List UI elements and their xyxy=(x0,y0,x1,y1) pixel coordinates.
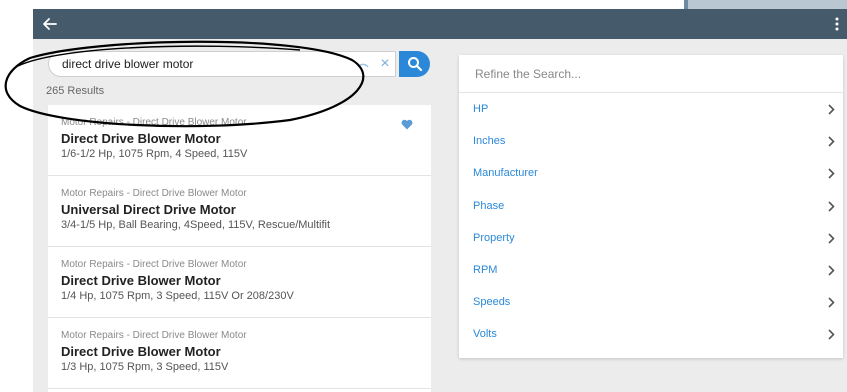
chevron-right-icon xyxy=(828,104,835,115)
filter-label: RPM xyxy=(473,264,498,277)
result-category: Motor Repairs - Direct Drive Blower Moto… xyxy=(61,259,247,270)
filter-inches[interactable]: Inches xyxy=(459,125,843,157)
result-item[interactable]: Motor Repairs - Direct Drive Blower Moto… xyxy=(48,105,431,176)
chevron-right-icon xyxy=(828,265,835,276)
search-input[interactable]: direct drive blower motor xyxy=(48,51,396,77)
filter-phase[interactable]: Phase xyxy=(459,190,843,222)
chevron-right-icon xyxy=(828,136,835,147)
result-title: Direct Drive Blower Motor xyxy=(61,344,221,359)
filter-rpm[interactable]: RPM xyxy=(459,254,843,286)
result-category: Motor Repairs - Direct Drive Blower Moto… xyxy=(61,330,247,341)
filter-volts[interactable]: Volts xyxy=(459,318,843,350)
result-category: Motor Repairs - Direct Drive Blower Moto… xyxy=(61,117,247,128)
filter-label: Property xyxy=(473,231,515,244)
search-submit-button[interactable] xyxy=(399,51,430,77)
arrow-left-icon xyxy=(43,18,57,30)
search-icon xyxy=(407,57,422,72)
filter-label: Inches xyxy=(473,135,506,148)
clear-search-button[interactable]: × xyxy=(376,54,394,74)
result-item[interactable]: Motor Repairs - Direct Drive Blower Moto… xyxy=(48,247,431,318)
result-title: Direct Drive Blower Motor xyxy=(61,273,221,288)
chevron-right-icon xyxy=(828,329,835,340)
refine-panel: Refine the Search... HP Inches Manufactu… xyxy=(459,55,843,358)
filter-hp[interactable]: HP xyxy=(459,93,843,125)
result-title: Direct Drive Blower Motor xyxy=(61,131,221,146)
filter-label: Phase xyxy=(473,199,505,212)
chevron-right-icon xyxy=(828,168,835,179)
more-vertical-icon xyxy=(835,17,839,31)
result-description: 1/3 Hp, 1075 Rpm, 3 Speed, 115V xyxy=(61,361,229,373)
results-count: 265 Results xyxy=(46,85,105,97)
window-left-border xyxy=(0,0,33,392)
search-section: direct drive blower motor × xyxy=(48,51,431,77)
chevron-right-icon xyxy=(828,200,835,212)
filter-label: Manufacturer xyxy=(473,167,538,180)
loading-spinner-icon xyxy=(357,63,369,68)
refine-search-input[interactable]: Refine the Search... xyxy=(459,55,843,93)
result-description: 1/6-1/2 Hp, 1075 Rpm, 4 Speed, 115V xyxy=(61,148,248,160)
result-description: 1/4 Hp, 1075 Rpm, 3 Speed, 115V Or 208/2… xyxy=(61,290,294,302)
main-content: direct drive blower motor × 265 Results … xyxy=(33,39,847,392)
chevron-right-icon xyxy=(828,233,835,244)
result-description: 3/4-1/5 Hp, Ball Bearing, 4Speed, 115V, … xyxy=(61,219,331,231)
filter-label: HP xyxy=(473,103,489,116)
filter-manufacturer[interactable]: Manufacturer xyxy=(459,157,843,189)
window-corner-widget xyxy=(684,0,847,9)
result-item[interactable]: Motor Repairs - Direct Drive Blower Moto… xyxy=(48,176,431,247)
chevron-right-icon xyxy=(828,297,835,308)
result-item[interactable]: Motor Repairs - Direct Drive Blower Moto… xyxy=(48,318,431,389)
results-list: Motor Repairs - Direct Drive Blower Moto… xyxy=(48,105,431,392)
search-bar: direct drive blower motor × xyxy=(48,51,431,77)
result-title: Universal Direct Drive Motor xyxy=(61,202,236,217)
filter-label: Volts xyxy=(473,328,497,341)
more-menu-button[interactable] xyxy=(830,12,844,36)
back-button[interactable] xyxy=(37,11,63,37)
heart-icon[interactable] xyxy=(401,119,413,130)
result-category: Motor Repairs - Direct Drive Blower Moto… xyxy=(61,188,247,199)
filter-label: Speeds xyxy=(473,296,511,309)
filter-property[interactable]: Property xyxy=(459,222,843,254)
search-input-value: direct drive blower motor xyxy=(62,57,194,71)
app-bar xyxy=(33,9,847,39)
filter-speeds[interactable]: Speeds xyxy=(459,286,843,318)
